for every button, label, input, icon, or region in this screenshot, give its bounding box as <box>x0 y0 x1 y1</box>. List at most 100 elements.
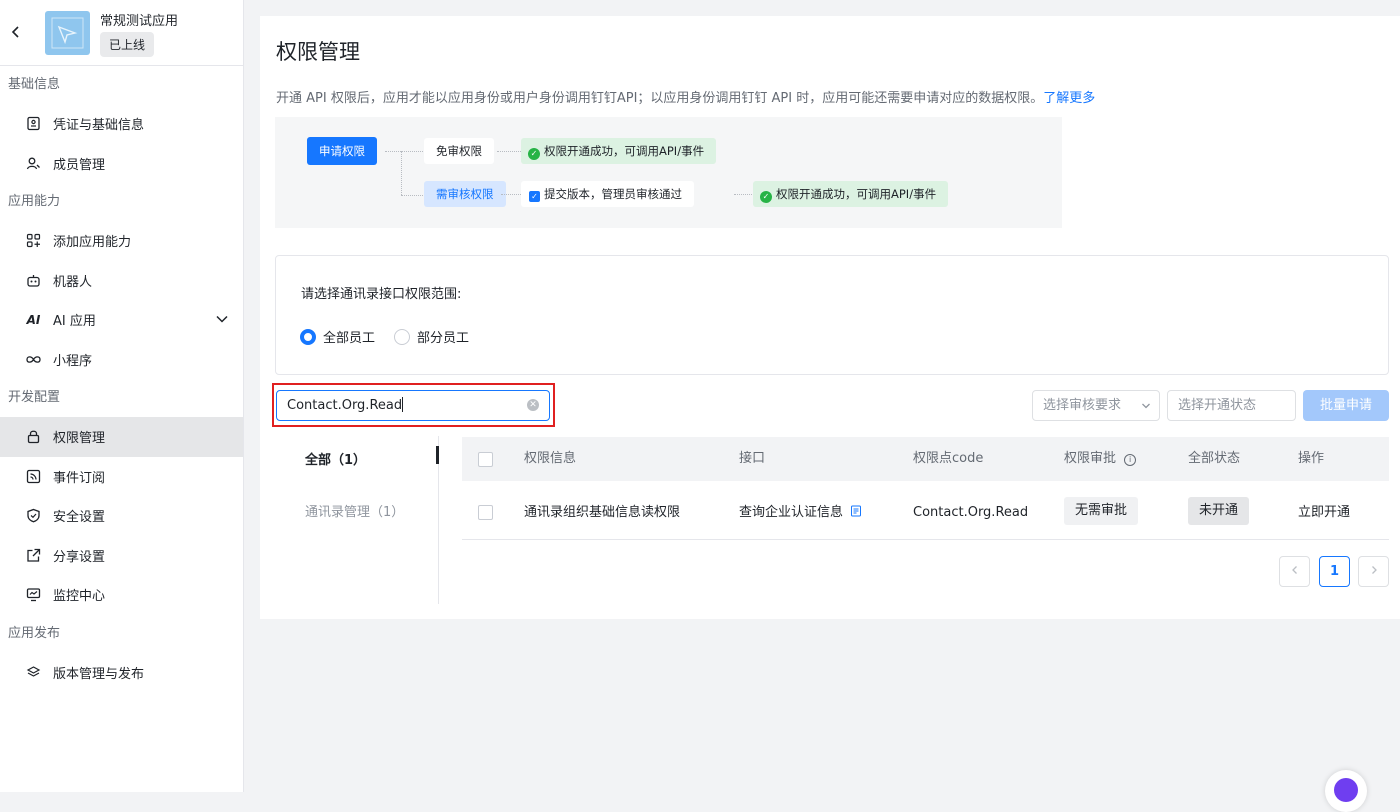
app-status-badge: 已上线 <box>100 32 155 57</box>
flow-connector <box>401 195 423 196</box>
chevron-down-icon[interactable] <box>215 312 229 326</box>
approval-tag: 无需审批 <box>1064 497 1139 525</box>
permission-flow-diagram: 申请权限 免审权限 ✓ 权限开通成功，可调用API/事件 需审核权限 ✓ 提交版本，… <box>275 117 1062 228</box>
sidebar: 常规测试应用 已上线 基础信息 凭证与基础信息 成员管理 应用能力 添加应用能力… <box>0 0 244 792</box>
select-placeholder: 选择开通状态 <box>1178 398 1257 413</box>
sidebar-item-mini-program[interactable]: 小程序 <box>0 340 243 380</box>
grid-plus-icon <box>25 232 42 249</box>
sidebar-item-credentials[interactable]: 凭证与基础信息 <box>0 104 243 144</box>
clear-icon[interactable]: ✕ <box>527 399 539 411</box>
col-api: 接口 <box>739 451 766 466</box>
sidebar-item-label: 机器人 <box>53 274 93 290</box>
app-header: 常规测试应用 已上线 <box>0 0 243 66</box>
learn-more-link[interactable]: 了解更多 <box>1043 91 1095 106</box>
flow-result-text: 权限开通成功，可调用API/事件 <box>776 187 937 201</box>
chevron-left-icon <box>1291 566 1297 574</box>
category-tabs: 全部（1） 通讯录管理（1） <box>276 436 439 604</box>
layers-icon <box>25 664 42 681</box>
sidebar-item-security[interactable]: 安全设置 <box>0 496 243 536</box>
scope-label: 请选择通讯录接口权限范围: <box>301 287 462 302</box>
sidebar-item-label: 版本管理与发布 <box>53 666 145 682</box>
row-checkbox[interactable] <box>478 505 493 520</box>
assistant-bot-button[interactable] <box>1325 770 1367 812</box>
select-placeholder: 选择审核要求 <box>1043 398 1122 413</box>
table-header: 权限信息 接口 权限点code 权限审批 i 全部状态 操作 <box>462 437 1389 481</box>
app-name: 常规测试应用 <box>100 14 179 29</box>
status-tag: 未开通 <box>1188 497 1250 525</box>
sidebar-item-events[interactable]: 事件订阅 <box>0 457 243 497</box>
sidebar-item-ai-app[interactable]: AI AI 应用 <box>0 300 243 340</box>
monitor-icon <box>25 586 42 603</box>
sidebar-item-add-capability[interactable]: 添加应用能力 <box>0 221 243 261</box>
main-panel: 权限管理 开通 API 权限后，应用才能以应用身份或用户身份调用钉钉API；以应… <box>260 16 1400 619</box>
contact-scope-panel: 请选择通讯录接口权限范围: 全部员工 部分员工 <box>275 255 1389 375</box>
sidebar-item-share[interactable]: 分享设置 <box>0 536 243 576</box>
batch-apply-button[interactable]: 批量申请 <box>1303 390 1389 421</box>
description-text: 开通 API 权限后，应用才能以应用身份或用户身份调用钉钉API；以应用身份调用… <box>276 91 1044 106</box>
radio-unchecked-icon <box>394 328 410 345</box>
assistant-bot-icon <box>1334 778 1358 802</box>
chevron-down-icon <box>1142 403 1150 409</box>
flow-need-review: 需审核权限 <box>424 181 506 207</box>
sidebar-group-basic: 基础信息 <box>8 77 61 92</box>
select-all-checkbox[interactable] <box>478 452 493 467</box>
sidebar-item-permissions[interactable]: 权限管理 <box>0 417 243 457</box>
flow-submit-text: 提交版本，管理员审核通过 <box>544 187 682 201</box>
flow-connector <box>497 151 521 152</box>
sidebar-item-label: 添加应用能力 <box>53 235 132 251</box>
sidebar-item-label: 监控中心 <box>53 589 106 605</box>
back-arrow-icon[interactable] <box>8 22 24 42</box>
credential-doc-icon <box>25 115 42 132</box>
sidebar-group-dev-config: 开发配置 <box>8 390 61 405</box>
cell-api: 查询企业认证信息 <box>739 491 862 535</box>
search-value: Contact.Org.Read <box>287 398 403 413</box>
api-link[interactable]: 查询企业认证信息 <box>739 505 843 520</box>
radio-label: 部分员工 <box>417 331 470 346</box>
flow-apply: 申请权限 <box>307 137 377 165</box>
sidebar-item-label: 权限管理 <box>53 431 106 447</box>
tab-contacts[interactable]: 通讯录管理（1） <box>305 501 404 520</box>
page-1-button[interactable]: 1 <box>1319 556 1350 587</box>
infinity-icon <box>25 351 42 368</box>
col-approval-label: 权限审批 <box>1064 451 1117 466</box>
scope-radio-all[interactable]: 全部员工 <box>300 327 375 346</box>
review-requirement-select[interactable]: 选择审核要求 <box>1032 390 1160 421</box>
text-cursor <box>402 397 404 412</box>
open-now-link[interactable]: 立即开通 <box>1298 491 1350 535</box>
sidebar-item-label: AI 应用 <box>53 314 96 330</box>
document-icon[interactable] <box>850 505 862 517</box>
lock-icon <box>25 428 42 445</box>
next-page-button[interactable] <box>1358 556 1389 587</box>
tab-all[interactable]: 全部（1） <box>305 449 366 468</box>
scope-radio-partial[interactable]: 部分员工 <box>394 327 469 346</box>
flow-submit: ✓ 提交版本，管理员审核通过 <box>521 181 694 207</box>
flow-connector <box>385 151 423 152</box>
col-permission-code: 权限点code <box>913 451 984 466</box>
info-icon[interactable]: i <box>1124 454 1137 466</box>
col-approval: 权限审批 i <box>1064 437 1137 481</box>
robot-icon <box>25 272 42 289</box>
open-status-select[interactable]: 选择开通状态 <box>1167 390 1296 421</box>
page-title: 权限管理 <box>276 40 360 64</box>
check-circle-icon: ✓ <box>760 191 772 203</box>
sidebar-item-versions[interactable]: 版本管理与发布 <box>0 653 243 693</box>
shield-icon <box>25 507 42 524</box>
flow-need-review-result: ✓ 权限开通成功，可调用API/事件 <box>753 181 949 207</box>
sidebar-item-label: 分享设置 <box>53 549 106 565</box>
share-icon <box>25 547 42 564</box>
sidebar-group-publish: 应用发布 <box>8 625 61 641</box>
flow-no-review: 免审权限 <box>424 138 494 164</box>
sidebar-item-robot[interactable]: 机器人 <box>0 261 243 301</box>
flow-result-text: 权限开通成功，可调用API/事件 <box>544 144 705 158</box>
active-tab-indicator <box>436 446 439 464</box>
user-icon <box>25 155 42 172</box>
permission-search-input[interactable]: Contact.Org.Read ✕ <box>276 390 550 421</box>
sidebar-item-monitor[interactable]: 监控中心 <box>0 575 243 615</box>
flow-connector <box>734 194 754 195</box>
radio-checked-icon <box>300 328 316 345</box>
sidebar-item-label: 小程序 <box>53 353 93 369</box>
sidebar-item-label: 凭证与基础信息 <box>53 118 145 134</box>
sidebar-item-members[interactable]: 成员管理 <box>0 144 243 184</box>
ai-icon: AI <box>26 312 41 327</box>
prev-page-button[interactable] <box>1279 556 1310 587</box>
